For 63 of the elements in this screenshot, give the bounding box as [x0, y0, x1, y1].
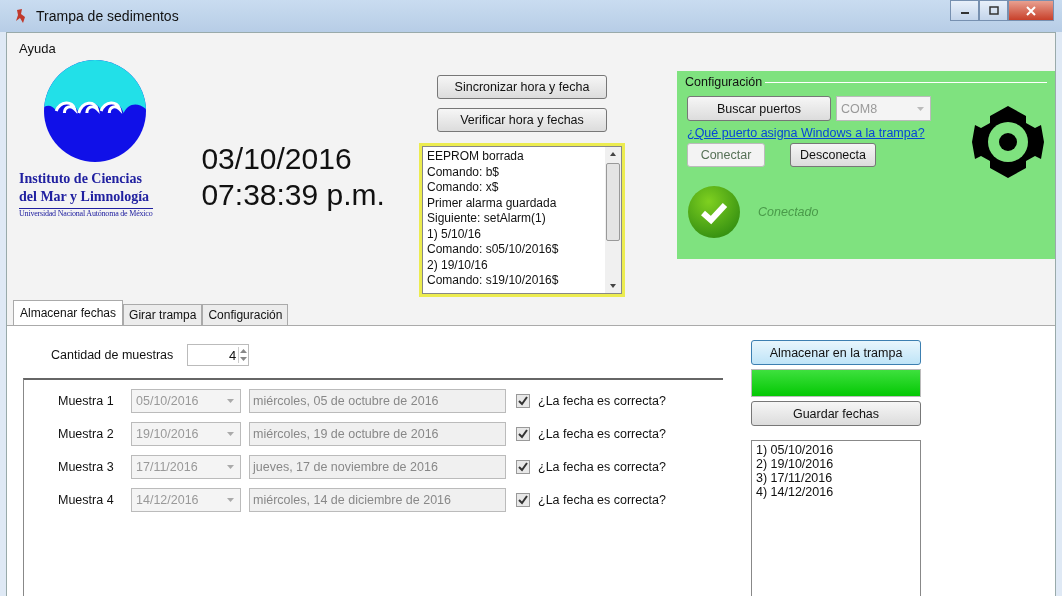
university-name: Universidad Nacional Autónoma de México [19, 208, 153, 218]
maximize-button[interactable] [979, 0, 1008, 21]
maximize-icon [988, 6, 999, 15]
sync-button[interactable]: Verificar hora y fechas [437, 108, 607, 132]
log-entry: 2) 19/10/16 [427, 257, 489, 273]
panel-title: Configuración [685, 75, 763, 89]
saved-date: 3) 17/11/2016 [756, 471, 834, 485]
checkbox-label[interactable]: ¿La fecha es correcta? [538, 394, 666, 408]
up-arrow-icon[interactable] [609, 151, 617, 157]
search-ports-button[interactable]: Buscar puertos [687, 96, 831, 121]
institute-name: Instituto de Ciencias [19, 170, 143, 188]
saved-date: 4) 14/12/2016 [756, 485, 835, 499]
scrollbar[interactable] [605, 147, 621, 293]
minimize-button[interactable] [950, 0, 979, 21]
disconnect-button[interactable]: Desconecta [790, 143, 876, 167]
date-display: 03/10/2016 [201, 141, 353, 177]
checkbox[interactable] [516, 493, 530, 507]
log-entry: Comando: s19/10/2016$ [427, 273, 560, 289]
saved-date: 2) 19/10/2016 [756, 457, 835, 471]
connection-status: Conectado [758, 205, 819, 219]
caret-icon [227, 432, 234, 436]
checkbox-label[interactable]: ¿La fecha es correcta? [538, 460, 666, 474]
menu-item[interactable]: Ayuda [19, 33, 56, 56]
saved-dates-list[interactable]: 1) 05/10/2016 2) 19/10/2016 3) 17/11/2016 4) 14/12/2016 [751, 440, 921, 596]
log-entry: EEPROM borrada [427, 149, 525, 165]
checkbox[interactable] [516, 427, 530, 441]
log-entry: 1) 5/10/16 [427, 226, 483, 242]
save-dates-button[interactable]: Guardar fechas [751, 401, 921, 426]
time-display: 07:38:39 p.m. [201, 177, 386, 213]
sample-label: Muestra 1 [58, 394, 115, 408]
close-button[interactable] [1008, 0, 1054, 21]
caret-icon [227, 465, 234, 469]
store-button[interactable]: Almacenar en la trampa [751, 340, 921, 365]
sample-label: Muestra 2 [58, 427, 115, 441]
sample-count-label: Cantidad de muestras [51, 348, 174, 362]
tab[interactable]: Girar trampa [123, 304, 203, 325]
close-icon [1025, 5, 1037, 16]
tab[interactable]: Almacenar fechas [13, 300, 124, 325]
checkbox-label[interactable]: ¿La fecha es correcta? [538, 493, 666, 507]
log-entry: Primer alarma guardada [427, 195, 558, 211]
log-list[interactable]: EEPROM borrada Comando: b$ Comando: x$ Primer alarma guardada Siguiente: setAlarm(1) 1) 5/10/16 Comando: s05/10/2016$ 2) 19/10/16 Comando: s19/10/2016$ [422, 146, 622, 294]
tab[interactable]: Configuración [202, 304, 289, 325]
log-entry: Comando: s05/10/2016$ [427, 242, 560, 258]
sample-label: Muestra 3 [58, 460, 115, 474]
down-arrow-icon[interactable] [609, 283, 617, 289]
help-link[interactable]: ¿Qué puerto asigna Windows a la trampa? [687, 126, 931, 140]
saved-date: 1) 05/10/2016 [756, 443, 835, 457]
log-entry: Comando: x$ [427, 180, 500, 196]
sync-button[interactable]: Sincronizar hora y fecha [437, 75, 607, 99]
caret-icon [917, 106, 924, 111]
institute-name: del Mar y Limnología [19, 188, 151, 206]
figure-icon [14, 8, 28, 24]
log-entry: Comando: b$ [427, 164, 501, 180]
log-entry: Siguiente: setAlarm(1) [427, 211, 547, 227]
checkbox[interactable] [516, 394, 530, 408]
sample-label: Muestra 4 [58, 493, 115, 507]
checkmark-icon [687, 185, 741, 239]
caret-icon [227, 399, 234, 403]
settings-icon [969, 103, 1047, 181]
checkbox-label[interactable]: ¿La fecha es correcta? [538, 427, 666, 441]
checkbox[interactable] [516, 460, 530, 474]
caret-icon [227, 498, 234, 502]
window-title: Trampa de sedimentos [36, 8, 179, 24]
